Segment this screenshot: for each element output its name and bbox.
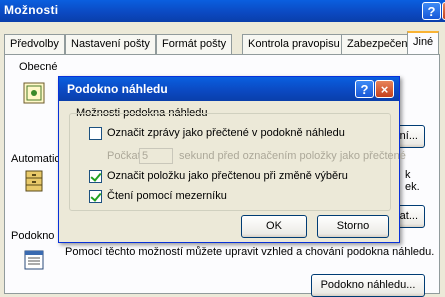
archive-cabinet-icon	[25, 170, 43, 192]
options-window: Možnosti ? × Předvolby Nastavení pošty F…	[0, 0, 445, 297]
dialog-close-button[interactable]: ×	[375, 80, 394, 98]
tab-mail-format[interactable]: Formát pošty	[156, 34, 233, 54]
reading-pane-description: Pomocí těchto možností můžete upravit vz…	[65, 246, 435, 258]
autoarchive-text-fragment-2: ek.	[405, 181, 420, 193]
wait-suffix-label: sekund před označením položky jako přečt…	[179, 150, 406, 162]
dialog-help-button[interactable]: ?	[355, 80, 374, 98]
ok-button[interactable]: OK	[241, 215, 307, 238]
mark-read-in-pane-checkbox[interactable]	[89, 127, 102, 140]
mark-read-in-pane-label: Označit zprávy jako přečtené v podokně n…	[107, 127, 345, 139]
dialog-title: Podokno náhledu	[67, 82, 168, 96]
mark-read-on-selection-checkbox[interactable]	[89, 170, 102, 183]
general-section-label: Obecné	[19, 61, 58, 73]
mark-read-on-selection-label: Označit položku jako přečtenou při změně…	[107, 170, 348, 182]
autoarchive-text-fragment-1: k	[405, 169, 411, 181]
wait-seconds-field[interactable]: 5	[139, 148, 173, 164]
reading-pane-section-label: Podokno n	[11, 230, 64, 242]
tab-security[interactable]: Zabezpečení	[341, 34, 417, 54]
window-title: Možnosti	[4, 3, 59, 17]
autoarchive-section-label: Automatic	[11, 153, 60, 165]
tab-mail-setup[interactable]: Nastavení pošty	[65, 34, 156, 54]
tab-preferences[interactable]: Předvolby	[4, 34, 65, 54]
dialog-titlebar: Podokno náhledu ? ×	[59, 77, 399, 101]
reading-pane-button[interactable]: Podokno náhledu...	[311, 274, 425, 297]
tab-other[interactable]: Jiné	[407, 31, 440, 55]
help-button[interactable]: ?	[422, 2, 441, 20]
single-key-reading-checkbox[interactable]	[89, 190, 102, 203]
general-settings-icon	[23, 82, 45, 104]
reading-pane-icon	[24, 250, 44, 270]
cancel-button[interactable]: Storno	[317, 215, 389, 238]
wait-label: Počkat	[107, 150, 141, 162]
window-titlebar: Možnosti ? ×	[0, 0, 445, 22]
tab-spelling[interactable]: Kontrola pravopisu	[242, 34, 346, 54]
reading-pane-dialog: Podokno náhledu ? × Možnosti podokna náh…	[58, 76, 406, 243]
single-key-reading-label: Čtení pomocí mezerníku	[107, 190, 227, 202]
